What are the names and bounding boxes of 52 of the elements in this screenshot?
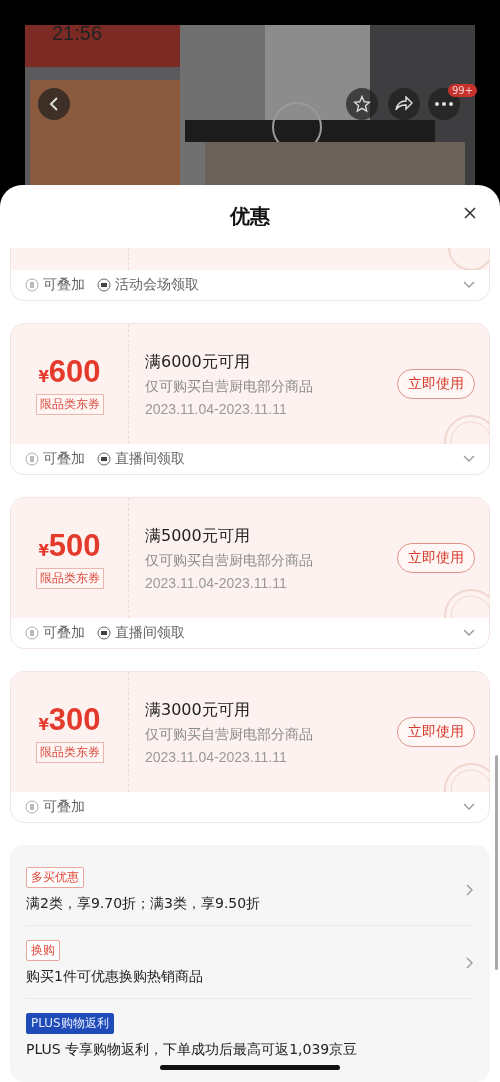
use-now-button[interactable]: 立即使用 bbox=[397, 543, 475, 573]
coupon-note: 直播间领取 bbox=[115, 624, 185, 642]
promotion-text: 满2类，享9.70折；满3类，享9.50折 bbox=[26, 895, 261, 913]
more-icon bbox=[435, 102, 453, 106]
coupon-threshold: 满6000元可用 bbox=[145, 351, 251, 373]
ticket-icon bbox=[97, 626, 111, 640]
promotion-tag: PLUS购物返利 bbox=[26, 1013, 114, 1034]
coupon-note: 可叠加 bbox=[43, 624, 85, 642]
chevron-down-icon[interactable] bbox=[463, 281, 475, 289]
status-time: 21:56 bbox=[52, 22, 103, 45]
close-button[interactable] bbox=[462, 205, 478, 221]
coupon-note: 可叠加 bbox=[43, 798, 85, 816]
promotion-text: PLUS 专享购物返利，下单成功后最高可返1,039京豆 bbox=[26, 1041, 358, 1059]
ticket-icon bbox=[97, 452, 111, 466]
use-now-button[interactable]: 立即使用 bbox=[397, 717, 475, 747]
notification-badge: 99+ bbox=[448, 84, 478, 97]
coupon-type-tag: 限品类东券 bbox=[35, 393, 104, 415]
coin-icon bbox=[25, 800, 39, 814]
coin-icon bbox=[25, 452, 39, 466]
coupon-dates: 2023.11.04-2023.11.11 bbox=[145, 574, 288, 591]
coupon-type-tag: 限品类东券 bbox=[35, 567, 104, 589]
coin-icon bbox=[25, 626, 39, 640]
chevron-right-icon[interactable] bbox=[466, 957, 474, 969]
use-now-button[interactable]: 立即使用 bbox=[397, 369, 475, 399]
chevron-right-icon[interactable] bbox=[466, 884, 474, 896]
coupon-note: 直播间领取 bbox=[115, 450, 185, 468]
coupon-scope: 仅可购买自营厨电部分商品 bbox=[145, 725, 314, 744]
coupon-scope: 仅可购买自营厨电部分商品 bbox=[145, 377, 314, 396]
coupon-type-tag: 限品类东券 bbox=[35, 741, 104, 763]
chevron-down-icon[interactable] bbox=[463, 803, 475, 811]
coupon-threshold: 满5000元可用 bbox=[145, 525, 251, 547]
coupon-amount: ¥600 bbox=[38, 353, 101, 390]
coupon-note: 可叠加 bbox=[43, 450, 85, 468]
coupon-amount: ¥500 bbox=[38, 527, 101, 564]
promotion-tag: 多买优惠 bbox=[26, 867, 84, 888]
coupon-dates: 2023.11.04-2023.11.11 bbox=[145, 748, 288, 765]
star-icon bbox=[353, 95, 371, 113]
promotion-tag: 换购 bbox=[26, 940, 60, 961]
coupon-note: 活动会场领取 bbox=[115, 276, 199, 294]
coupon-scope: 仅可购买自营厨电部分商品 bbox=[145, 551, 314, 570]
coupon-amount: ¥300 bbox=[38, 701, 101, 738]
coin-icon bbox=[25, 278, 39, 292]
promotion-text: 购买1件可优惠换购热销商品 bbox=[26, 968, 203, 986]
coupon-note: 可叠加 bbox=[43, 276, 85, 294]
sheet-title: 优惠 bbox=[230, 203, 270, 230]
coupon-threshold: 满3000元可用 bbox=[145, 699, 251, 721]
back-icon bbox=[47, 96, 61, 112]
chevron-down-icon[interactable] bbox=[463, 629, 475, 637]
chevron-down-icon[interactable] bbox=[463, 455, 475, 463]
coupon-dates: 2023.11.04-2023.11.11 bbox=[145, 400, 288, 417]
ticket-icon bbox=[97, 278, 111, 292]
share-icon bbox=[395, 96, 413, 112]
